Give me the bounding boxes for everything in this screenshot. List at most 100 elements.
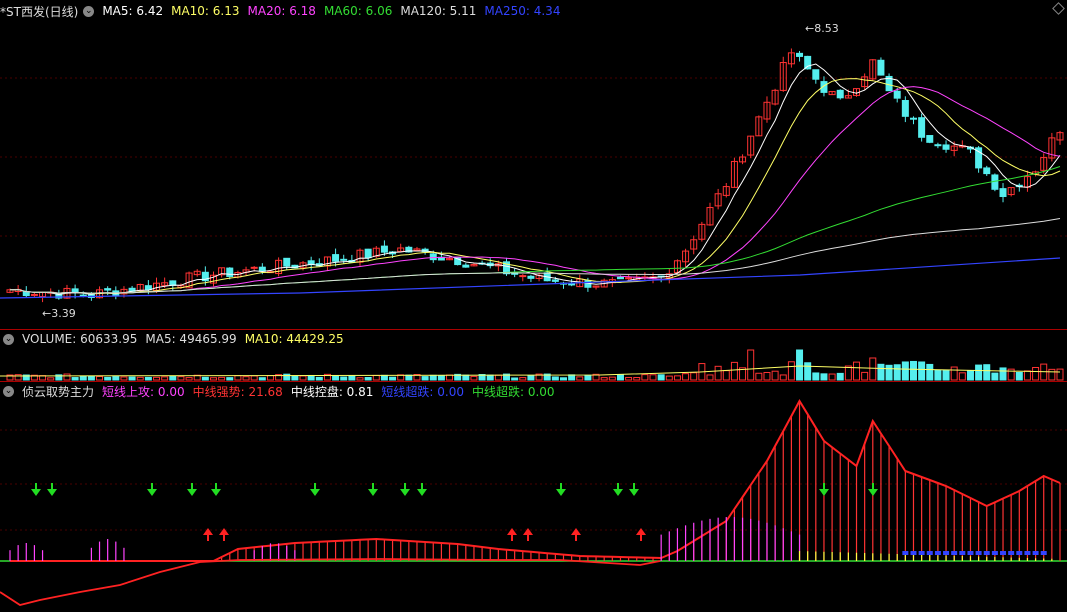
volume-bar xyxy=(853,361,861,381)
candle-body xyxy=(250,266,258,269)
volume-bar xyxy=(494,374,502,381)
volume-bar xyxy=(641,374,649,381)
indicator-blue-bar xyxy=(943,551,950,555)
volume-bar xyxy=(437,375,445,381)
indicator-low-line xyxy=(0,558,661,606)
volume-bar xyxy=(869,357,877,381)
volume-bar xyxy=(999,367,1007,381)
volume-bar xyxy=(649,374,657,381)
indicator-header: ⌄ 侦云取势主力 短线上攻: 0.00 中线强势: 21.68 中线控盘: 0.81… xyxy=(0,383,571,399)
indicator-blue-bar xyxy=(983,551,990,555)
indicator-legend-item-1: 中线强势: 21.68 xyxy=(192,384,283,399)
indicator-legend-item-3: 短线超跌: 0.00 xyxy=(381,384,464,399)
volume-legend: VOLUME: 60633.95 MA5: 49465.99 MA10: 44429… xyxy=(22,332,352,346)
indicator-blue-bar xyxy=(991,551,998,555)
indicator-legend: 短线上攻: 0.00 中线强势: 21.68 中线控盘: 0.81 短线超跌: 0.0… xyxy=(102,383,563,400)
volume-bar xyxy=(226,377,234,381)
volume-bar xyxy=(315,376,323,381)
volume-bar xyxy=(511,377,519,381)
ma-legend-item-3: MA60: 6.06 xyxy=(323,4,393,18)
indicator-blue-bar xyxy=(902,551,909,555)
volume-legend-item-2: MA10: 44429.25 xyxy=(244,332,344,346)
candle-body xyxy=(283,257,291,267)
down-arrow-icon xyxy=(819,489,829,496)
down-arrow-icon xyxy=(556,489,566,496)
indicator-blue-bar xyxy=(1000,551,1007,555)
indicator-title: 侦云取势主力 xyxy=(22,384,95,399)
volume-bar xyxy=(185,377,193,381)
volume-bar xyxy=(779,374,787,381)
volume-bar xyxy=(332,375,340,381)
volume-bar xyxy=(730,361,738,381)
stock-chart[interactable]: ←8.53 ←3.39 xyxy=(0,0,1067,612)
volume-bar xyxy=(836,372,844,381)
volume-bar xyxy=(291,375,299,381)
volume-bar xyxy=(389,376,397,381)
volume-bar xyxy=(763,371,771,381)
indicator-blue-bar xyxy=(910,551,917,555)
indicator-blue-bar xyxy=(918,551,925,555)
volume-bar xyxy=(600,377,608,381)
indicator-blue-bar xyxy=(975,551,982,555)
candle-body xyxy=(30,293,38,296)
volume-bar xyxy=(144,376,152,381)
volume-bar xyxy=(201,376,209,381)
chevron-down-icon[interactable]: ⌄ xyxy=(83,5,95,17)
candle-body xyxy=(380,245,388,253)
down-arrow-icon xyxy=(868,489,878,496)
ma-line-0 xyxy=(9,63,1061,296)
candle-body xyxy=(901,100,909,117)
volume-bar xyxy=(405,374,413,381)
volume-bar xyxy=(771,370,779,381)
volume-bar xyxy=(673,375,681,381)
volume-legend-item-1: MA5: 49465.99 xyxy=(145,332,237,346)
candle-body xyxy=(364,248,372,259)
indicator-blue-bar xyxy=(1024,551,1031,555)
volume-bar xyxy=(966,370,974,381)
volume-bar xyxy=(559,377,567,381)
candle-body xyxy=(527,275,535,279)
up-arrow-icon xyxy=(203,528,213,535)
volume-ma-line xyxy=(0,365,1061,377)
chevron-down-icon[interactable]: ⌄ xyxy=(3,385,14,397)
volume-bar xyxy=(71,377,79,381)
volume-bar xyxy=(861,371,869,381)
ma-legend-item-4: MA120: 5.11 xyxy=(400,4,477,18)
volume-bar xyxy=(1023,370,1031,381)
volume-bar xyxy=(804,362,812,381)
down-arrow-icon xyxy=(47,489,57,496)
indicator-blue-bar xyxy=(1032,551,1039,555)
indicator-legend-item-2: 中线控盘: 0.81 xyxy=(290,384,374,399)
candle-body xyxy=(226,267,234,277)
ma-legend-item-0: MA5: 6.42 xyxy=(102,4,164,18)
volume-bar xyxy=(307,374,315,381)
volume-bar xyxy=(169,375,177,381)
down-arrow-icon xyxy=(629,489,639,496)
volume-bar xyxy=(893,364,901,381)
volume-bar xyxy=(722,370,730,381)
ma-line-4 xyxy=(9,218,1061,294)
volume-bar xyxy=(690,372,698,381)
indicator-blue-bar xyxy=(1040,551,1047,555)
volume-bar xyxy=(909,360,917,381)
volume-bar xyxy=(250,375,258,381)
volume-bar xyxy=(796,349,804,381)
volume-bar xyxy=(608,376,616,381)
ma-legend: MA5: 6.42 MA10: 6.13 MA20: 6.18 MA60: 6.06 M… xyxy=(102,4,568,18)
volume-bar xyxy=(885,364,893,381)
volume-bar xyxy=(340,376,348,381)
candle-body xyxy=(79,294,87,297)
volume-bar xyxy=(372,374,380,381)
indicator-blue-bar xyxy=(1008,551,1015,555)
candle-body xyxy=(332,254,340,262)
volume-bar xyxy=(258,377,266,381)
volume-bar xyxy=(104,376,112,381)
volume-bar xyxy=(787,361,795,381)
volume-bar xyxy=(934,369,942,381)
chevron-down-icon[interactable]: ⌄ xyxy=(3,333,14,345)
down-arrow-icon xyxy=(31,489,41,496)
volume-bar xyxy=(356,377,364,381)
high-price-label: ←8.53 xyxy=(805,22,839,35)
indicator-blue-bar xyxy=(1016,551,1023,555)
volume-bar xyxy=(616,374,624,381)
